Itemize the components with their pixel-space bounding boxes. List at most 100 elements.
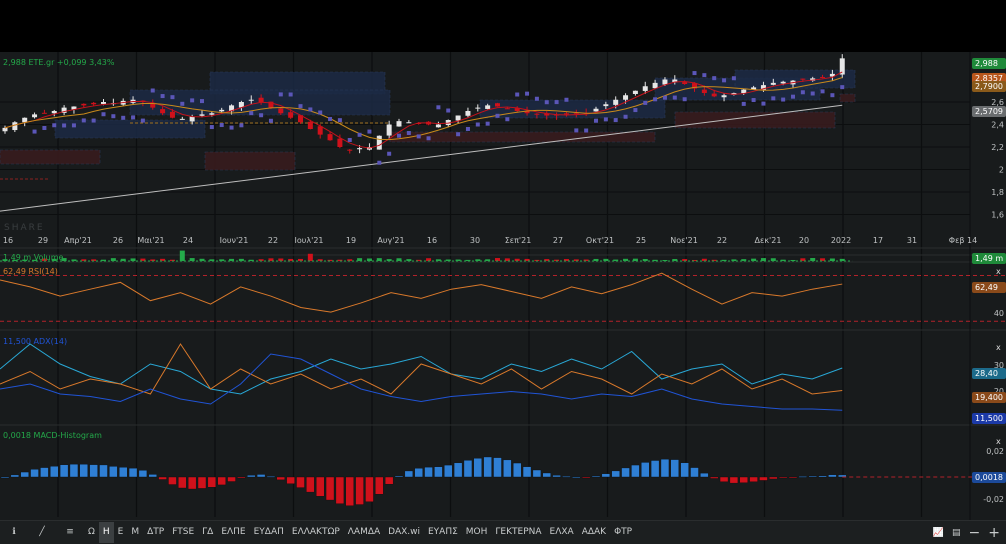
macd-histogram-bar [631,464,640,478]
toolbar-item[interactable]: ΔΤΡ [143,522,168,543]
macd-histogram-bar [207,476,217,488]
x-axis-tick-label: Φεβ 14 [949,236,977,245]
macd-histogram-bar [572,476,581,479]
x-axis-tick-label: 2022 [831,236,851,245]
macd-histogram-bar [316,476,325,497]
toolbar-item[interactable]: ΛΑΜΔΑ [344,522,384,543]
toolbar-item[interactable]: Η [98,522,114,543]
toolbar-item[interactable]: ΑΔΑΚ [578,522,610,543]
parabolic-sar-dot [771,96,776,101]
x-axis-tick-label: Ιουλ'21 [295,236,324,245]
parabolic-sar-dot [456,132,461,137]
macd-histogram-bar [660,458,670,478]
line-chart-icon[interactable]: 📈 [933,528,944,538]
parabolic-sar-dot [101,112,106,117]
macd-histogram-bar [769,476,778,480]
toolbar-item[interactable]: ΦΤΡ [610,522,636,543]
zone-rect [204,151,296,171]
toolbar-item[interactable]: ΕΥΔΑΠ [250,522,288,543]
macd-histogram-bar [670,459,679,478]
macd-histogram-bar [562,476,571,478]
macd-histogram-bar [286,476,295,484]
macd-histogram-bar [325,476,335,501]
parabolic-sar-dot [485,121,490,126]
toolbar-item[interactable]: FTSE [168,522,198,543]
candle-body [91,102,97,105]
x-axis-tick-label: 19 [346,236,356,245]
candle-body [160,109,166,114]
toolbar-item[interactable]: ΕΛΛΑΚΤΩΡ [288,522,344,543]
bar-chart-icon[interactable]: ▤ [952,528,961,538]
macd-histogram-bar [247,474,256,478]
macd-histogram-bar [424,466,433,478]
toolbar-item[interactable]: Μ [127,522,143,543]
parabolic-sar-dot [140,118,145,123]
toolbar-item[interactable]: ΕΛΠΕ [217,522,249,543]
toolbar-item[interactable]: Ω [84,522,99,543]
toolbar-item[interactable]: ΓΕΚΤΕΡΝΑ [491,522,545,543]
parabolic-sar-dot [731,76,736,81]
zoom-in-icon[interactable]: + [988,525,1000,541]
candle-body [701,89,707,93]
candle-body [169,111,175,118]
macd-histogram-bar [355,476,364,505]
parabolic-sar-dot [71,123,76,128]
x-axis-tick-label: 17 [873,236,883,245]
candle-body [347,149,353,151]
parabolic-sar-dot [751,98,756,103]
parabolic-sar-dot [603,117,608,122]
x-axis-tick-label: 22 [717,236,727,245]
draw-line-icon[interactable]: ╱ [28,522,56,543]
candle-body [603,104,609,107]
close-panel-icon[interactable]: x [996,267,1001,276]
toolbar-item[interactable]: ΕΥΑΠΣ [424,522,462,543]
parabolic-sar-dot [436,105,441,110]
candle-body [820,77,826,79]
parabolic-sar-dot [308,107,313,112]
candle-body [613,99,619,105]
macd-histogram-bar [178,476,187,489]
candle-body [357,148,363,150]
info-icon[interactable]: ℹ [0,522,28,543]
macd-histogram-bar [50,466,59,478]
parabolic-sar-dot [475,122,480,127]
candle-body [435,124,441,128]
candle-body [376,135,382,150]
x-axis-tick-label: 25 [636,236,646,245]
candle-body [741,89,747,94]
x-axis-tick-label: Νοε'21 [670,236,698,245]
candle-body [327,134,333,141]
rsi-line [0,272,843,313]
close-panel-icon[interactable]: x [996,437,1001,446]
toolbar-item[interactable]: DAX.wi [384,522,424,543]
last-price-badge: 2,988 [975,59,998,68]
x-axis-tick-label: 16 [427,236,437,245]
chart-canvas[interactable]: 16 29 Απρ'21 26 Μαι'21 24 Ιουν'21 22 Ιουλ'21 19 Αυ… [0,52,1006,520]
candle-body [642,86,648,91]
parabolic-sar-dot [190,98,195,103]
rsi-badge: 62,49 [975,283,998,292]
candle-body [662,79,668,85]
parabolic-sar-dot [564,97,569,102]
indicators-icon[interactable]: ≡ [56,522,84,543]
toolbar-item[interactable]: ΕΛΧΑ [546,522,578,543]
macd-histogram-bar [650,460,660,478]
close-panel-icon[interactable]: x [996,343,1001,352]
macd-axis-tick: -0,02 [983,495,1004,504]
parabolic-sar-dot [239,123,244,128]
macd-histogram-bar [20,471,29,478]
toolbar-item[interactable]: ΜΟΗ [462,522,492,543]
parabolic-sar-dot [337,118,342,123]
toolbar-item[interactable]: ΓΔ [198,522,217,543]
parabolic-sar-dot [111,114,116,119]
parabolic-sar-dot [42,125,47,130]
macd-histogram-bar [503,459,512,478]
parabolic-sar-dot [367,129,372,134]
candle-body [288,112,294,118]
macd-histogram-bar [375,476,384,495]
macd-histogram-bar [828,474,837,478]
candle-body [307,121,313,129]
toolbar-item[interactable]: Ε [114,522,128,543]
zoom-out-icon[interactable]: − [969,525,981,541]
macd-histogram-bar [99,464,108,478]
